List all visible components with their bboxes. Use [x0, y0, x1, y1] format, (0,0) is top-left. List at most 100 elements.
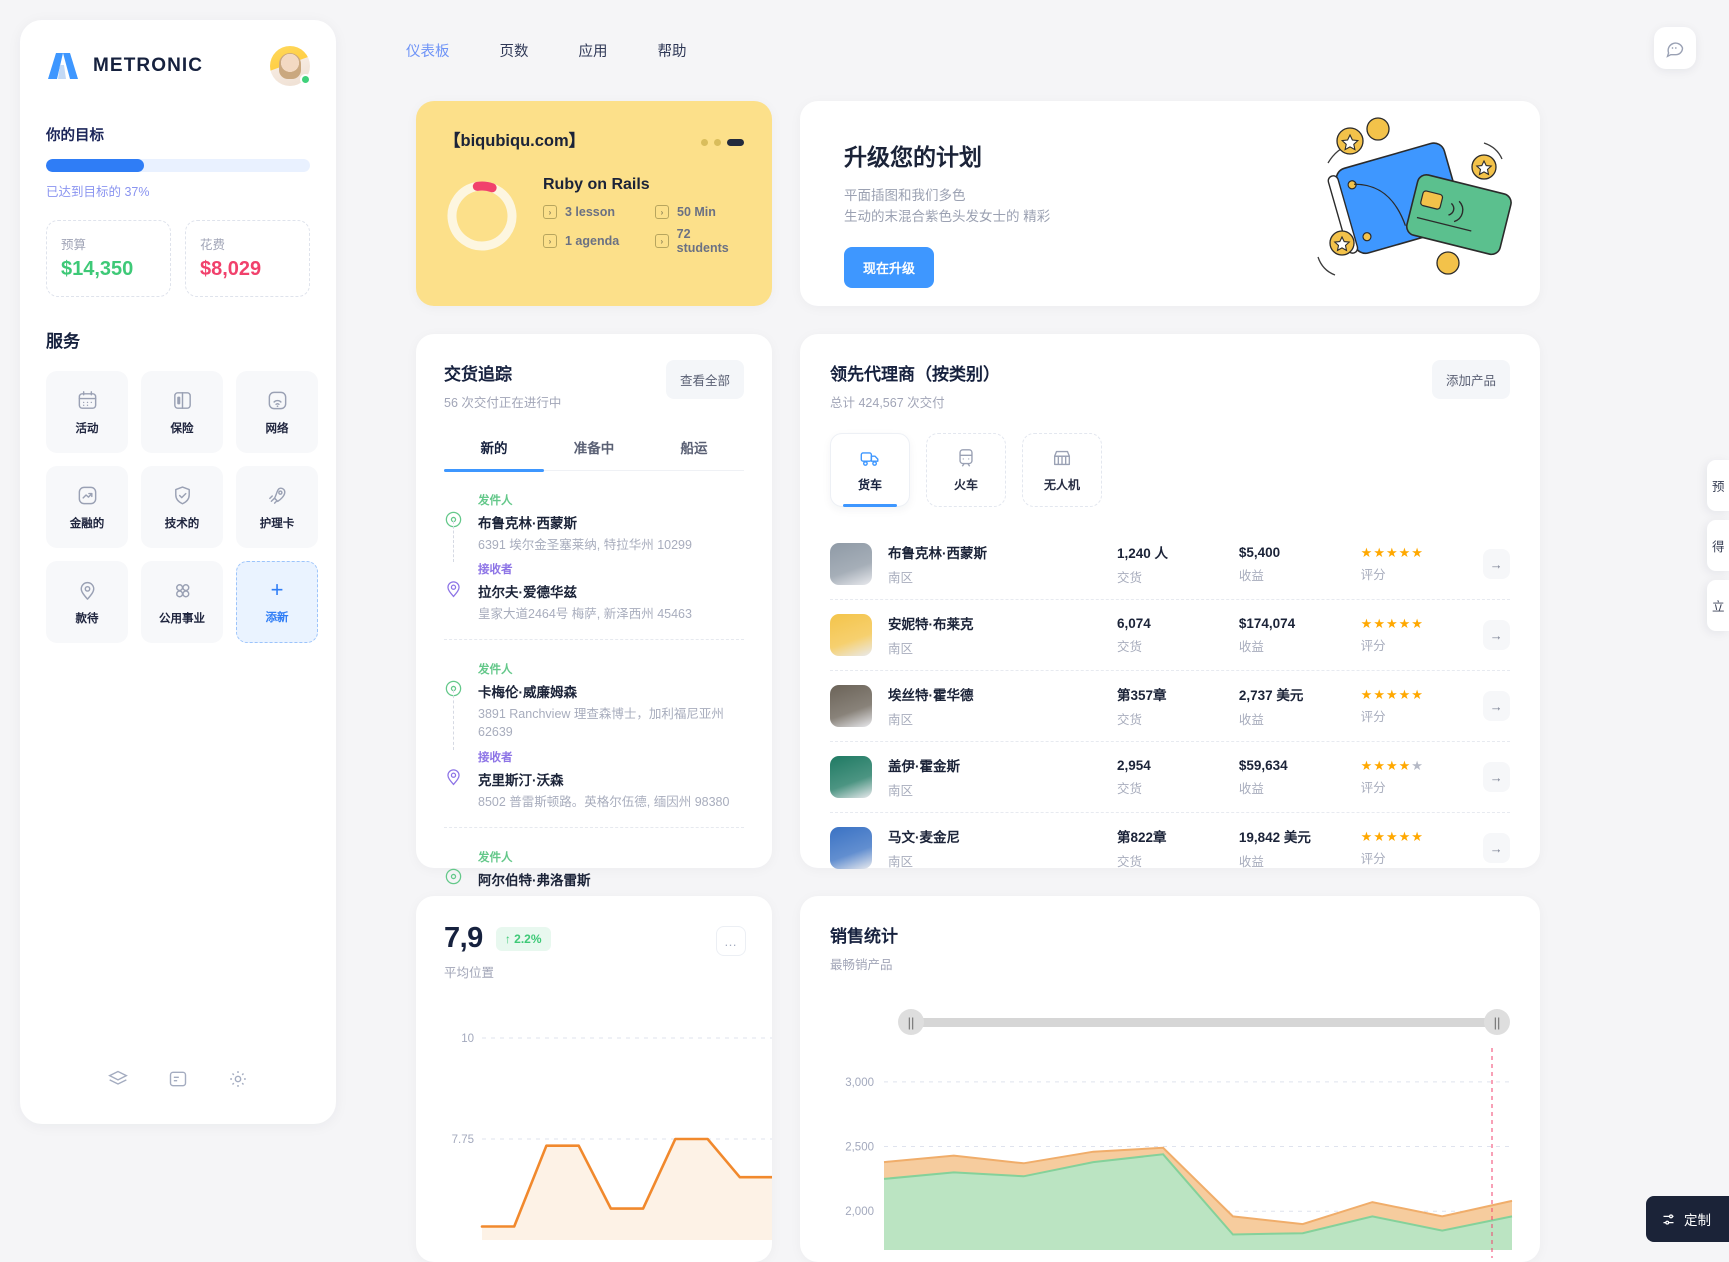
service-tile-8[interactable]: 公用事业: [141, 561, 223, 643]
delivery-tab-1[interactable]: 新的: [444, 437, 544, 472]
service-label: 公用事业: [159, 612, 205, 625]
receiver-label: 接收者: [478, 751, 513, 764]
agent-deliveries-label: 交货: [1117, 781, 1143, 796]
agent-name: 布鲁克林·西蒙斯: [888, 546, 987, 561]
agent-detail-arrow-button[interactable]: →: [1482, 549, 1510, 579]
star-icon: ★: [1373, 686, 1385, 702]
view-all-button[interactable]: 查看全部: [665, 360, 744, 399]
average-position-menu-button[interactable]: …: [716, 926, 746, 956]
agent-row[interactable]: 埃丝特·霍华德 南区 第357章 交货 2,737 美元 收益 ★ ★ ★ ★ ★ 评分 →: [830, 671, 1510, 742]
gear-icon[interactable]: [228, 1069, 248, 1094]
average-position-header: 7,9 ↑ 2.2%: [444, 922, 744, 955]
goal-progress-text: 已达到目标的 37%: [46, 185, 150, 199]
add-product-button[interactable]: 添加产品: [1431, 360, 1510, 399]
star-icon: ★: [1373, 544, 1385, 560]
drawer-tab-1[interactable]: 预: [1707, 460, 1729, 511]
agent-row[interactable]: 盖伊·霍金斯 南区 2,954 交货 $59,634 收益 ★ ★ ★ ★ ★ 评分 →: [830, 742, 1510, 813]
star-icon: ★: [1398, 828, 1411, 844]
agent-revenue-label: 收益: [1238, 781, 1264, 796]
nav-item-2[interactable]: 页数: [494, 36, 535, 65]
promo-dot-1[interactable]: [701, 139, 708, 146]
agent-rating-stars: ★ ★ ★ ★ ★: [1361, 759, 1483, 772]
nav-item-4[interactable]: 帮助: [652, 36, 693, 65]
promo-card: 【biqubiqu.com】 Ruby on Rails › 3 lesson › 5…: [416, 101, 772, 306]
agent-detail-arrow-button[interactable]: →: [1482, 762, 1510, 792]
goal-stats: 预算 $14,350 花费 $8,029: [46, 220, 310, 297]
online-status-dot: [300, 74, 311, 85]
svg-text:7.75: 7.75: [452, 1134, 474, 1146]
sidebar: METRONIC 你的目标 已达到目标的 37% 预算 $14,350 花费 $…: [20, 20, 336, 1124]
wifi-icon: [268, 391, 286, 409]
agent-region: 南区: [888, 642, 914, 656]
services-title: 服务: [46, 332, 80, 351]
layers-icon[interactable]: [108, 1069, 128, 1094]
nav-item-3[interactable]: 应用: [573, 36, 614, 65]
upgrade-now-button[interactable]: 现在升级: [844, 246, 935, 288]
category-tab-2[interactable]: 火车: [926, 433, 1006, 507]
promo-dot-active[interactable]: [727, 139, 744, 146]
goal-progress-fill: [46, 159, 144, 172]
slider-handle-max[interactable]: ||: [1484, 1009, 1510, 1035]
user-avatar[interactable]: [270, 46, 311, 86]
service-tile-3[interactable]: 网络: [236, 371, 318, 453]
slider-handle-min[interactable]: ||: [898, 1009, 924, 1035]
service-tile-5[interactable]: 技术的: [141, 466, 223, 548]
agent-rating-stars: ★ ★ ★ ★ ★: [1361, 688, 1483, 701]
star-icon: ★: [1360, 828, 1373, 844]
drawer-tab-3[interactable]: 立: [1707, 580, 1729, 631]
brand[interactable]: METRONIC: [46, 51, 203, 81]
slider-track[interactable]: [908, 1018, 1502, 1027]
category-tab-1[interactable]: 货车: [830, 433, 910, 507]
receiver-address: 皇家大道2464号 梅萨, 新泽西州 45463: [478, 607, 692, 622]
agent-detail-arrow-button[interactable]: →: [1482, 691, 1510, 721]
delivery-title: 交货追踪: [444, 365, 512, 384]
service-tile-1[interactable]: 活动: [46, 371, 128, 453]
chat-button[interactable]: [1654, 27, 1696, 69]
sender-name: 卡梅伦·威廉姆森: [478, 685, 577, 701]
service-tile-4[interactable]: 金融的: [46, 466, 128, 548]
service-tile-2[interactable]: 保险: [141, 371, 223, 453]
category-tab-3[interactable]: 无人机: [1022, 433, 1102, 507]
agent-row[interactable]: 马文·麦金尼 南区 第822章 交货 19,842 美元 收益 ★ ★ ★ ★ ★ 评分 →: [830, 813, 1510, 883]
delivery-tab-3[interactable]: 船运: [644, 437, 744, 470]
agent-revenue-label: 收益: [1238, 639, 1264, 654]
agent-avatar: [830, 756, 872, 798]
delivery-entry[interactable]: 发件人 卡梅伦·威廉姆森 3891 Ranchview 理查森博士，加利福尼亚州 6…: [444, 639, 744, 826]
agent-row[interactable]: 布鲁克林·西蒙斯 南区 1,240 人交货 $5,400 收益 ★ ★ ★ ★ ★ 评分 →: [830, 529, 1510, 600]
promo-pagination[interactable]: [701, 139, 744, 146]
delivery-tabs: 新的 准备中 船运: [444, 437, 744, 472]
drawer-tab-2[interactable]: 得: [1707, 520, 1729, 571]
delivery-entry[interactable]: 发件人 布鲁克林·西蒙斯 6391 埃尔金圣塞莱纳, 特拉华州 10299 接收者 拉尔…: [444, 487, 744, 639]
promo-dot-2[interactable]: [714, 139, 721, 146]
agent-deliveries-label: 交货: [1117, 639, 1143, 654]
trending-up-icon: [78, 486, 96, 504]
agent-detail-arrow-button[interactable]: →: [1482, 833, 1510, 863]
chevron-right-icon: ›: [543, 234, 557, 248]
customize-button[interactable]: 定制: [1646, 1196, 1729, 1242]
delivery-tab-2[interactable]: 准备中: [544, 437, 644, 470]
sales-statistics-chart: 3,000 2,500 2,000: [845, 1048, 1513, 1258]
service-label: 添新: [265, 612, 289, 624]
calendar-icon: [78, 390, 96, 409]
delivery-entry[interactable]: 发件人 阿尔伯特·弗洛雷斯: [444, 826, 744, 907]
agent-detail-arrow-button[interactable]: →: [1482, 620, 1510, 650]
agent-name: 盖伊·霍金斯: [888, 759, 960, 774]
note-icon[interactable]: [168, 1069, 188, 1094]
service-tile-7[interactable]: 款待: [46, 561, 128, 643]
agent-avatar: [830, 543, 872, 585]
agent-row[interactable]: 安妮特·布莱克 南区 6,074 交货 $174,074 收益 ★ ★ ★ ★ ★ 评分 →: [830, 600, 1510, 671]
svg-text:10: 10: [461, 1033, 474, 1045]
nav-item-1[interactable]: 仪表板: [400, 36, 456, 65]
promo-meta-item-1: › 3 lesson: [543, 205, 643, 219]
category-label: 火车: [953, 478, 978, 492]
grid-dots-icon: [175, 583, 189, 597]
agent-name: 埃丝特·霍华德: [888, 688, 974, 703]
goal-title: 你的目标: [46, 128, 104, 144]
star-icon: ★: [1373, 828, 1385, 844]
category-label: 无人机: [1043, 478, 1080, 492]
service-tile-9[interactable]: + 添新: [236, 561, 318, 643]
service-tile-6[interactable]: 护理卡: [236, 466, 318, 548]
sales-range-slider[interactable]: || ||: [830, 1009, 1510, 1035]
agents-header: 领先代理商（按类别） 总计 424,567 次交付 添加产品: [830, 360, 1510, 411]
service-label: 网络: [265, 422, 289, 435]
